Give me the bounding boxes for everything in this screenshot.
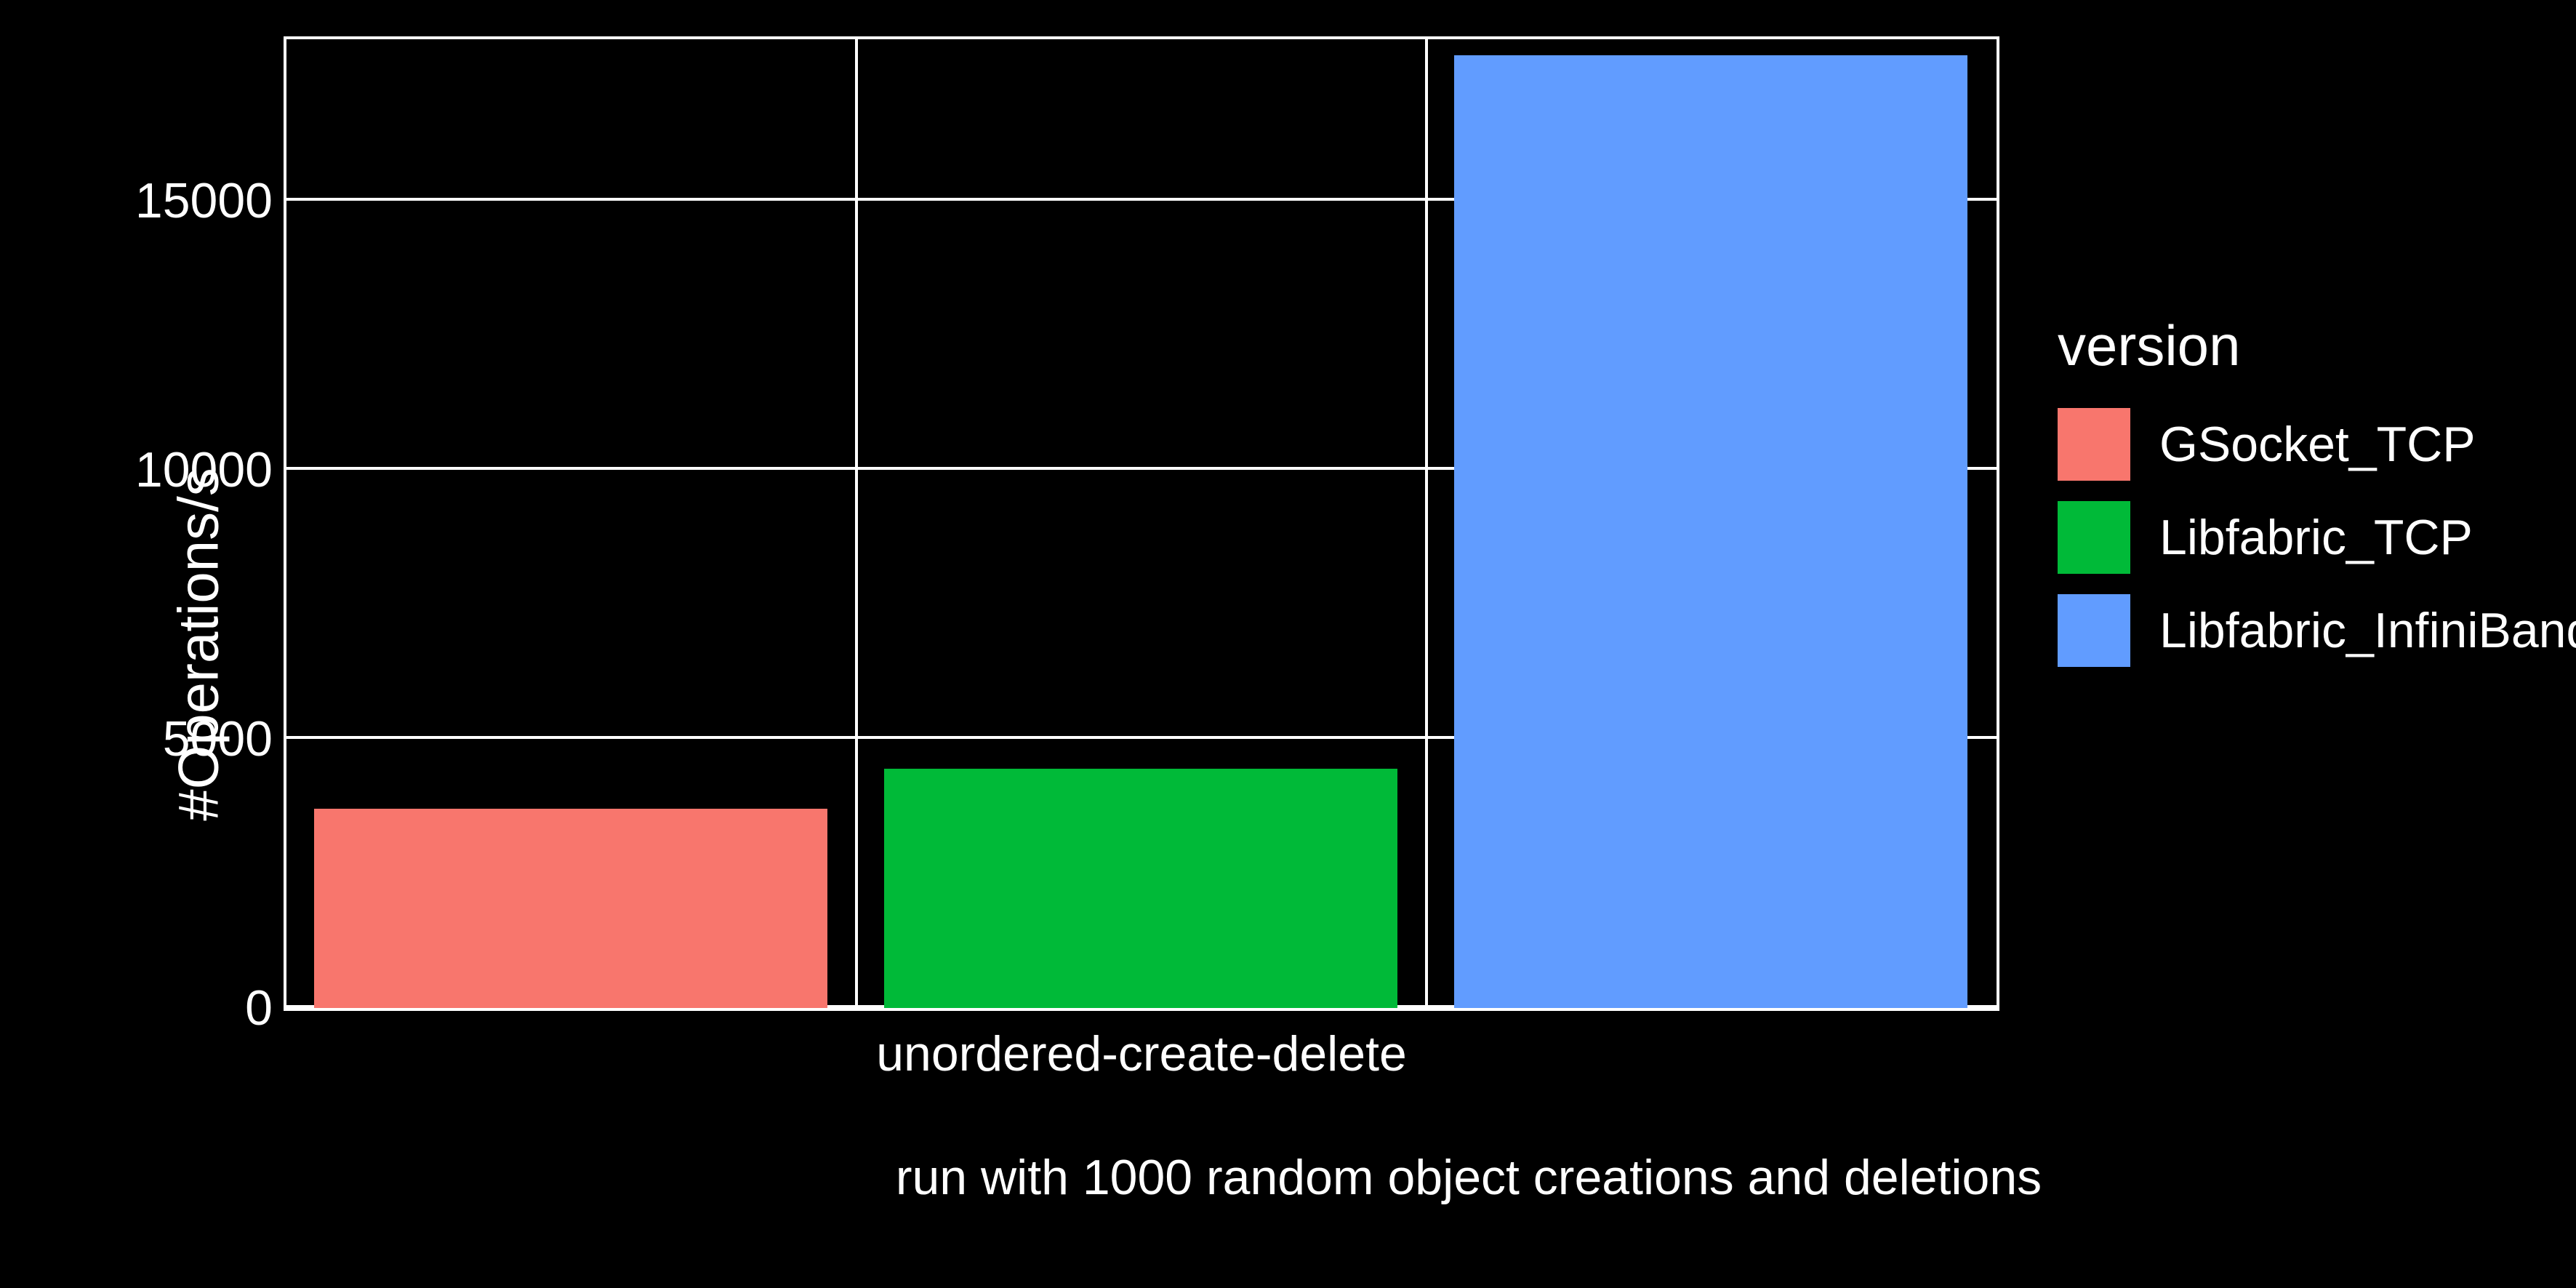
legend: version GSocket_TCP Libfabric_TCP Libfab… bbox=[2058, 313, 2576, 687]
legend-label: Libfabric_InfiniBand bbox=[2159, 602, 2576, 659]
panel-divider bbox=[1425, 39, 1428, 1008]
legend-title: version bbox=[2058, 313, 2576, 379]
y-tick-15000: 15000 bbox=[135, 172, 273, 229]
legend-label: Libfabric_TCP bbox=[2159, 509, 2473, 566]
legend-item: GSocket_TCP bbox=[2058, 408, 2576, 481]
y-tick-10000: 10000 bbox=[135, 441, 273, 498]
legend-label: GSocket_TCP bbox=[2159, 416, 2476, 473]
legend-key-libfabric-infiniband bbox=[2058, 594, 2130, 667]
legend-item: Libfabric_TCP bbox=[2058, 501, 2576, 574]
bar-libfabric-infiniband bbox=[1454, 55, 1967, 1008]
bar-gsocket-tcp bbox=[314, 809, 827, 1008]
y-axis-label: #Operations/s bbox=[165, 468, 231, 821]
panel-divider bbox=[855, 39, 858, 1008]
x-tick-label: unordered-create-delete bbox=[876, 1025, 1407, 1082]
bar-libfabric-tcp bbox=[884, 769, 1397, 1008]
y-tick-0: 0 bbox=[245, 980, 273, 1036]
legend-key-libfabric-tcp bbox=[2058, 501, 2130, 574]
legend-key-gsocket-tcp bbox=[2058, 408, 2130, 481]
plot-area bbox=[284, 36, 1999, 1011]
y-tick-5000: 5000 bbox=[163, 711, 273, 767]
legend-item: Libfabric_InfiniBand bbox=[2058, 594, 2576, 667]
x-axis-label: run with 1000 random object creations an… bbox=[896, 1149, 2042, 1206]
chart-figure: #Operations/s 0 5000 10000 15000 unorder… bbox=[0, 0, 2576, 1288]
